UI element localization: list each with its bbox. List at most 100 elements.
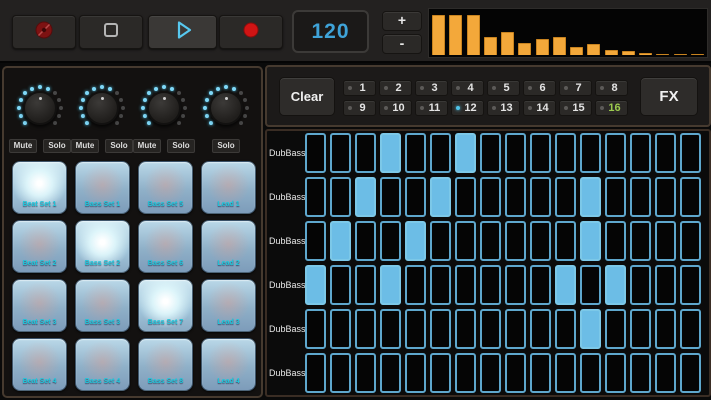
solo-button[interactable]: Solo: [212, 139, 240, 153]
step-cell[interactable]: [330, 265, 351, 305]
channel-knob[interactable]: [202, 84, 250, 132]
step-cell[interactable]: [530, 133, 551, 173]
solo-button[interactable]: Solo: [167, 139, 195, 153]
step-cell[interactable]: [680, 265, 701, 305]
step-cell[interactable]: [480, 221, 501, 261]
step-cell[interactable]: [530, 221, 551, 261]
step-cell[interactable]: [580, 177, 601, 217]
pattern-slot-button[interactable]: 14: [523, 100, 556, 116]
step-cell[interactable]: [305, 133, 326, 173]
record-button[interactable]: [219, 15, 283, 49]
pattern-slot-button[interactable]: 6: [523, 80, 556, 96]
pattern-slot-button[interactable]: 2: [379, 80, 412, 96]
step-cell[interactable]: [680, 177, 701, 217]
step-cell[interactable]: [455, 265, 476, 305]
step-cell[interactable]: [505, 265, 526, 305]
pattern-slot-button[interactable]: 9: [343, 100, 376, 116]
pattern-slot-button[interactable]: 12: [451, 100, 484, 116]
sample-pad[interactable]: Lead 1: [201, 161, 256, 214]
step-cell[interactable]: [580, 353, 601, 393]
step-cell[interactable]: [555, 177, 576, 217]
step-cell[interactable]: [380, 265, 401, 305]
sample-pad[interactable]: Beat Set 2: [12, 220, 67, 273]
step-cell[interactable]: [530, 353, 551, 393]
bpm-display[interactable]: 120: [292, 10, 369, 53]
step-cell[interactable]: [630, 353, 651, 393]
sample-pad[interactable]: Bass Set 3: [75, 279, 130, 332]
step-cell[interactable]: [655, 221, 676, 261]
step-cell[interactable]: [505, 177, 526, 217]
step-cell[interactable]: [580, 133, 601, 173]
pattern-slot-button[interactable]: 4: [451, 80, 484, 96]
step-cell[interactable]: [530, 265, 551, 305]
step-cell[interactable]: [455, 133, 476, 173]
sample-pad[interactable]: Beat Set 1: [12, 161, 67, 214]
step-cell[interactable]: [355, 133, 376, 173]
step-cell[interactable]: [430, 133, 451, 173]
pattern-slot-button[interactable]: 11: [415, 100, 448, 116]
sample-pad[interactable]: Bass Set 8: [138, 338, 193, 391]
step-cell[interactable]: [655, 133, 676, 173]
sample-pad[interactable]: Bass Set 2: [75, 220, 130, 273]
step-cell[interactable]: [480, 133, 501, 173]
step-cell[interactable]: [380, 177, 401, 217]
pattern-slot-button[interactable]: 3: [415, 80, 448, 96]
step-cell[interactable]: [330, 133, 351, 173]
bpm-decrease-button[interactable]: -: [382, 34, 422, 54]
channel-knob[interactable]: [16, 84, 64, 132]
step-cell[interactable]: [455, 177, 476, 217]
step-cell[interactable]: [505, 353, 526, 393]
sample-pad[interactable]: Beat Set 3: [12, 279, 67, 332]
loop-disc-button[interactable]: [12, 15, 76, 49]
step-cell[interactable]: [480, 265, 501, 305]
step-cell[interactable]: [555, 353, 576, 393]
step-cell[interactable]: [530, 177, 551, 217]
step-cell[interactable]: [630, 133, 651, 173]
step-cell[interactable]: [605, 309, 626, 349]
step-cell[interactable]: [380, 221, 401, 261]
step-cell[interactable]: [430, 265, 451, 305]
sample-pad[interactable]: Bass Set 1: [75, 161, 130, 214]
sample-pad[interactable]: Bass Set 7: [138, 279, 193, 332]
step-cell[interactable]: [355, 353, 376, 393]
step-cell[interactable]: [480, 309, 501, 349]
step-cell[interactable]: [355, 221, 376, 261]
pattern-slot-button[interactable]: 1: [343, 80, 376, 96]
step-cell[interactable]: [505, 221, 526, 261]
pattern-slot-button[interactable]: 15: [559, 100, 592, 116]
step-cell[interactable]: [455, 353, 476, 393]
step-cell[interactable]: [655, 309, 676, 349]
step-cell[interactable]: [630, 177, 651, 217]
step-cell[interactable]: [380, 309, 401, 349]
step-cell[interactable]: [655, 265, 676, 305]
sample-pad[interactable]: Bass Set 4: [75, 338, 130, 391]
pattern-slot-button[interactable]: 10: [379, 100, 412, 116]
mute-button[interactable]: Mute: [9, 139, 37, 153]
pattern-slot-button[interactable]: 8: [595, 80, 628, 96]
pattern-slot-button[interactable]: 5: [487, 80, 520, 96]
step-cell[interactable]: [305, 265, 326, 305]
step-cell[interactable]: [505, 309, 526, 349]
step-cell[interactable]: [580, 309, 601, 349]
step-cell[interactable]: [605, 177, 626, 217]
step-cell[interactable]: [580, 221, 601, 261]
step-cell[interactable]: [555, 221, 576, 261]
step-cell[interactable]: [380, 353, 401, 393]
step-cell[interactable]: [430, 353, 451, 393]
step-cell[interactable]: [305, 177, 326, 217]
step-cell[interactable]: [355, 265, 376, 305]
mute-button[interactable]: Mute: [71, 139, 99, 153]
step-cell[interactable]: [330, 353, 351, 393]
step-cell[interactable]: [680, 309, 701, 349]
step-cell[interactable]: [630, 265, 651, 305]
step-cell[interactable]: [680, 353, 701, 393]
step-cell[interactable]: [430, 221, 451, 261]
mute-button[interactable]: Mute: [133, 139, 161, 153]
step-cell[interactable]: [405, 221, 426, 261]
step-cell[interactable]: [405, 309, 426, 349]
step-cell[interactable]: [405, 177, 426, 217]
step-cell[interactable]: [330, 221, 351, 261]
step-cell[interactable]: [555, 265, 576, 305]
sample-pad[interactable]: Lead 3: [201, 279, 256, 332]
step-cell[interactable]: [655, 177, 676, 217]
